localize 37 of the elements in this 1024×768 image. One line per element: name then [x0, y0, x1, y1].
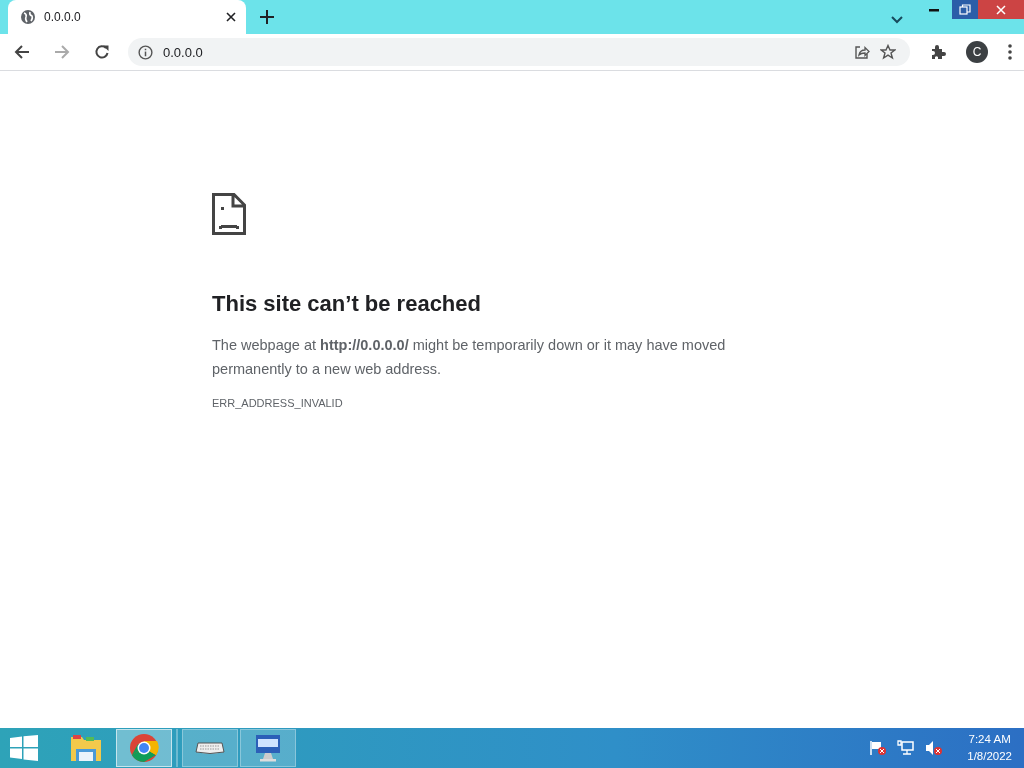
error-heading: This site can’t be reached	[212, 291, 482, 317]
info-icon[interactable]	[138, 44, 153, 60]
sad-page-icon	[212, 193, 246, 235]
new-tab-icon[interactable]	[260, 10, 274, 24]
speaker-muted-icon[interactable]	[925, 740, 944, 756]
minimize-icon[interactable]	[929, 9, 939, 12]
globe-icon	[20, 9, 36, 25]
error-code: ERR_ADDRESS_INVALID	[212, 397, 344, 409]
address-text: 0.0.0.0	[163, 44, 203, 60]
menu-icon[interactable]	[1008, 44, 1012, 60]
keyboard-icon	[195, 741, 225, 755]
puzzle-icon[interactable]	[930, 44, 946, 60]
clock-time[interactable]: 7:24 AM	[968, 731, 1011, 748]
profile-avatar[interactable]: C	[966, 41, 988, 63]
windows-logo-icon	[10, 735, 38, 761]
address-bar[interactable]: 0.0.0.0	[128, 38, 910, 66]
share-icon[interactable]	[854, 44, 870, 60]
taskbar-button[interactable]	[182, 729, 238, 767]
flag-error-icon[interactable]	[869, 740, 888, 756]
tab-title: 0.0.0.0	[44, 10, 82, 24]
chrome-icon	[129, 733, 159, 763]
folder-icon	[70, 733, 102, 763]
close-icon[interactable]	[226, 12, 236, 22]
restore-icon	[959, 4, 971, 15]
restore-button[interactable]	[952, 0, 978, 19]
star-icon[interactable]	[880, 44, 896, 60]
browser-tab[interactable]: 0.0.0.0	[8, 0, 246, 34]
reload-icon[interactable]	[94, 44, 110, 60]
monitor-icon	[253, 733, 283, 763]
close-icon	[996, 4, 1006, 15]
network-icon[interactable]	[897, 740, 916, 756]
error-message: The webpage at http://0.0.0.0/ might be temporarily down or it may have moved permanently to a new web address.	[212, 336, 727, 379]
taskbar-button[interactable]	[240, 729, 296, 767]
back-icon[interactable]	[14, 44, 30, 60]
taskbar-button[interactable]	[116, 729, 172, 767]
chevron-down-icon[interactable]	[891, 16, 903, 24]
clock-date[interactable]: 1/8/2022	[967, 748, 1012, 765]
